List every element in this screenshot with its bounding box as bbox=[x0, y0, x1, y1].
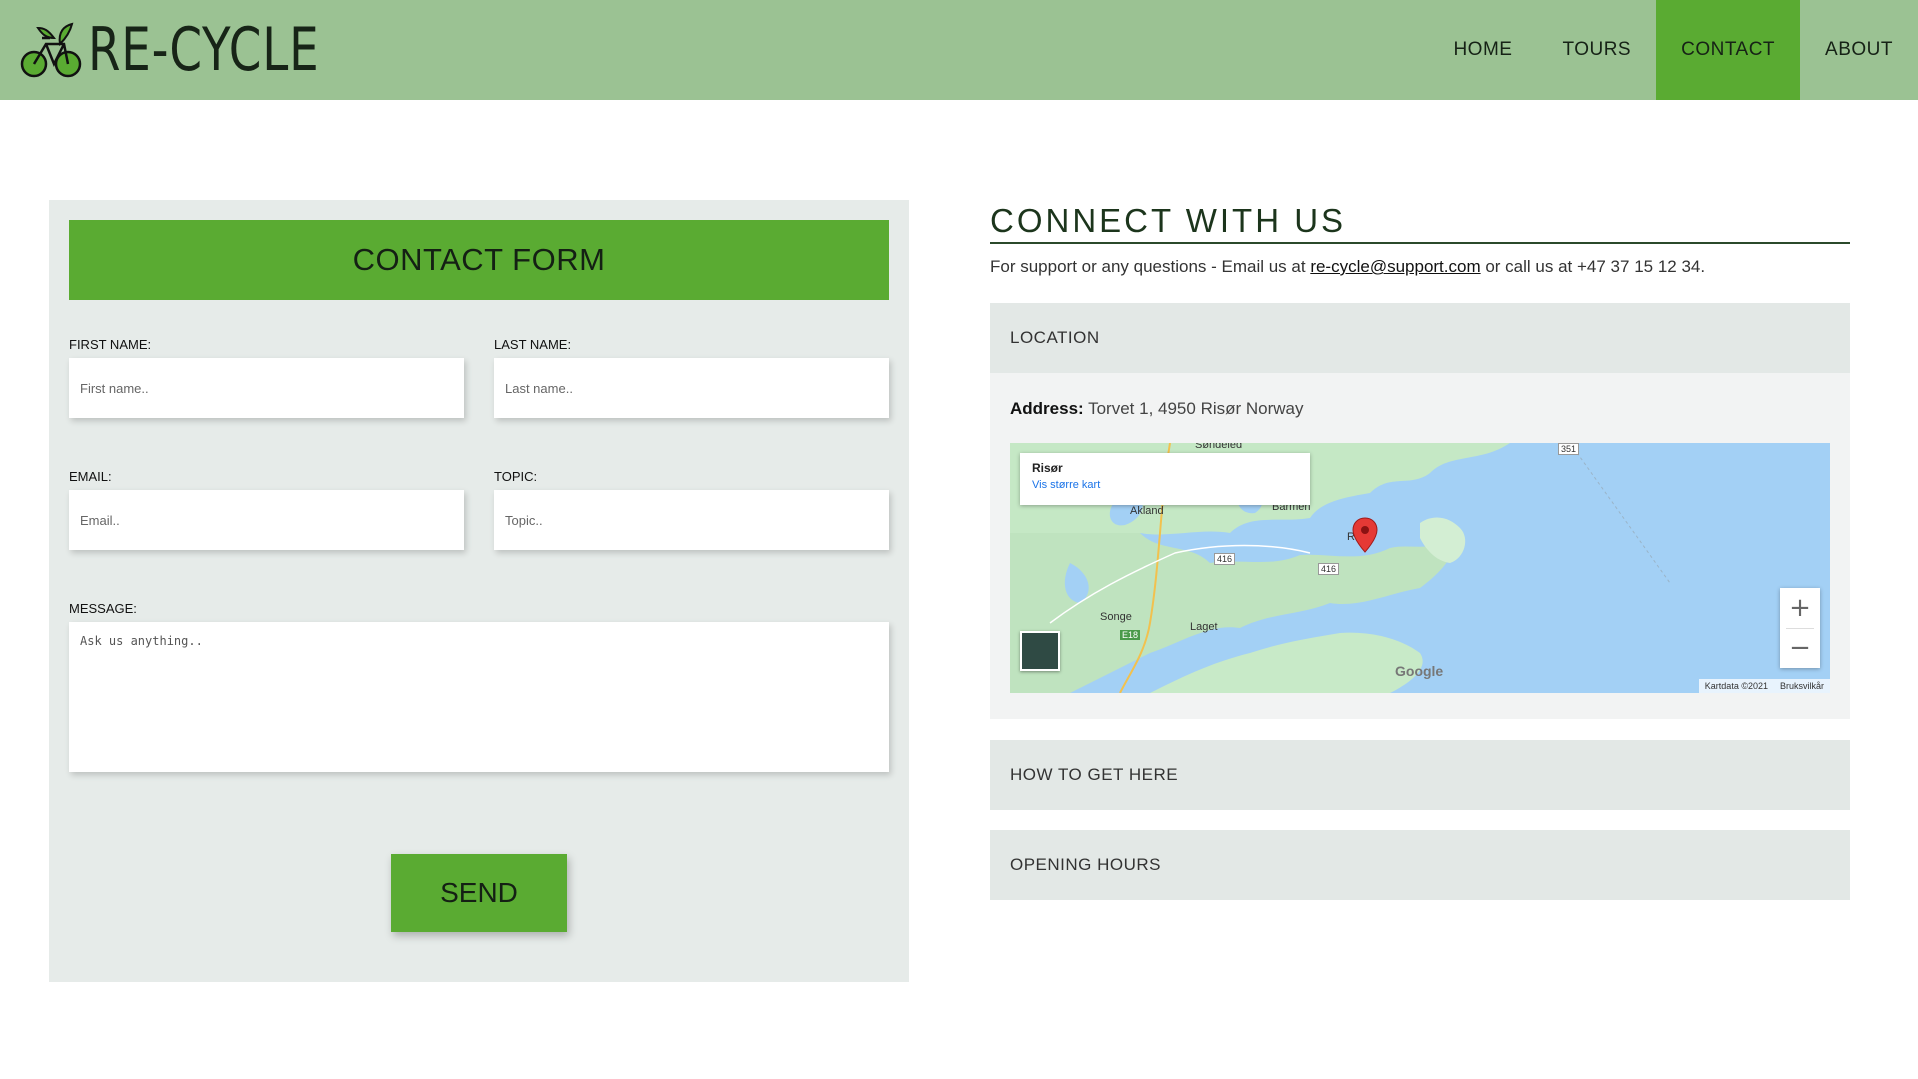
first-name-label: FIRST NAME: bbox=[69, 337, 152, 352]
address-label: Address: bbox=[1010, 399, 1084, 418]
zoom-in-button[interactable]: + bbox=[1780, 588, 1820, 628]
logo-text: RE-CYCLE bbox=[88, 15, 320, 85]
main-nav: HOME TOURS CONTACT ABOUT bbox=[1428, 0, 1918, 100]
map-road-416-a: 416 bbox=[1214, 553, 1236, 565]
last-name-field[interactable]: Last name.. bbox=[494, 358, 889, 418]
map-label-laget: Laget bbox=[1190, 621, 1218, 633]
accordion-opening-hours[interactable]: OPENING HOURS bbox=[990, 830, 1850, 900]
map-road-e18: E18 bbox=[1120, 630, 1141, 640]
map-place-title: Risør bbox=[1032, 461, 1063, 475]
accordion-location-body: Address: Torvet 1, 4950 Risør Norway Akl… bbox=[990, 373, 1850, 719]
email-placeholder: Email.. bbox=[80, 512, 120, 528]
address: Address: Torvet 1, 4950 Risør Norway bbox=[1010, 399, 1304, 419]
satellite-toggle[interactable] bbox=[1020, 631, 1060, 671]
map-road-351: 351 bbox=[1558, 443, 1580, 455]
larger-map-link[interactable]: Vis større kart bbox=[1032, 479, 1298, 491]
map-label-songe: Songe bbox=[1100, 611, 1132, 623]
last-name-label: LAST NAME: bbox=[494, 337, 572, 352]
map-pin-icon[interactable] bbox=[1352, 517, 1378, 553]
connect-title: CONNECT WITH US bbox=[990, 200, 1850, 244]
zoom-controls: + − bbox=[1780, 588, 1820, 668]
message-placeholder: Ask us anything.. bbox=[80, 634, 203, 648]
accordion-location-header[interactable]: LOCATION bbox=[990, 303, 1850, 373]
nav-contact[interactable]: CONTACT bbox=[1656, 0, 1801, 100]
zoom-out-button[interactable]: − bbox=[1780, 628, 1820, 668]
map-footer: Kartdata ©2021 Bruksvilkår bbox=[1698, 679, 1830, 693]
topic-field[interactable]: Topic.. bbox=[494, 490, 889, 550]
first-name-placeholder: First name.. bbox=[80, 380, 149, 396]
map-data-credit: Kartdata ©2021 bbox=[1704, 681, 1768, 691]
topic-label: TOPIC: bbox=[494, 469, 538, 484]
map-label-akland: Akland bbox=[1130, 505, 1164, 517]
bicycle-icon bbox=[20, 22, 82, 78]
nav-tours[interactable]: TOURS bbox=[1537, 0, 1656, 100]
connect-section: CONNECT WITH US For support or any quest… bbox=[990, 200, 1850, 277]
accordion-how-to-get-here[interactable]: HOW TO GET HERE bbox=[990, 740, 1850, 810]
first-name-field[interactable]: First name.. bbox=[69, 358, 464, 418]
last-name-placeholder: Last name.. bbox=[505, 380, 573, 396]
google-logo: Google bbox=[1395, 663, 1444, 679]
site-header: RE-CYCLE HOME TOURS CONTACT ABOUT bbox=[0, 0, 1918, 100]
form-title: CONTACT FORM bbox=[69, 220, 889, 300]
contact-form-panel: CONTACT FORM FIRST NAME: First name.. LA… bbox=[49, 200, 909, 982]
map-info-card: Risør Vis større kart bbox=[1020, 453, 1310, 505]
message-textarea[interactable]: Ask us anything.. bbox=[69, 622, 889, 772]
topic-placeholder: Topic.. bbox=[505, 512, 543, 528]
email-label: EMAIL: bbox=[69, 469, 112, 484]
send-button[interactable]: SEND bbox=[391, 854, 567, 932]
logo[interactable]: RE-CYCLE bbox=[18, 18, 385, 82]
email-field[interactable]: Email.. bbox=[69, 490, 464, 550]
embedded-map[interactable]: Akland Barmen Risør Songe Laget Søndeled… bbox=[1010, 443, 1830, 693]
message-label: MESSAGE: bbox=[69, 601, 137, 616]
connect-text-after: or call us at +47 37 15 12 34. bbox=[1480, 257, 1706, 276]
address-value: Torvet 1, 4950 Risør Norway bbox=[1083, 399, 1304, 418]
connect-text: For support or any questions - Email us … bbox=[990, 257, 1850, 277]
zoom-divider bbox=[1786, 628, 1814, 629]
nav-home[interactable]: HOME bbox=[1428, 0, 1537, 100]
nav-about[interactable]: ABOUT bbox=[1800, 0, 1918, 100]
support-email-link[interactable]: re-cycle@support.com bbox=[1310, 257, 1480, 276]
map-terms-link[interactable]: Bruksvilkår bbox=[1780, 681, 1824, 691]
connect-text-before: For support or any questions - Email us … bbox=[990, 257, 1311, 276]
map-label-sondeled: Søndeled bbox=[1195, 443, 1243, 451]
map-road-416-b: 416 bbox=[1318, 563, 1340, 575]
